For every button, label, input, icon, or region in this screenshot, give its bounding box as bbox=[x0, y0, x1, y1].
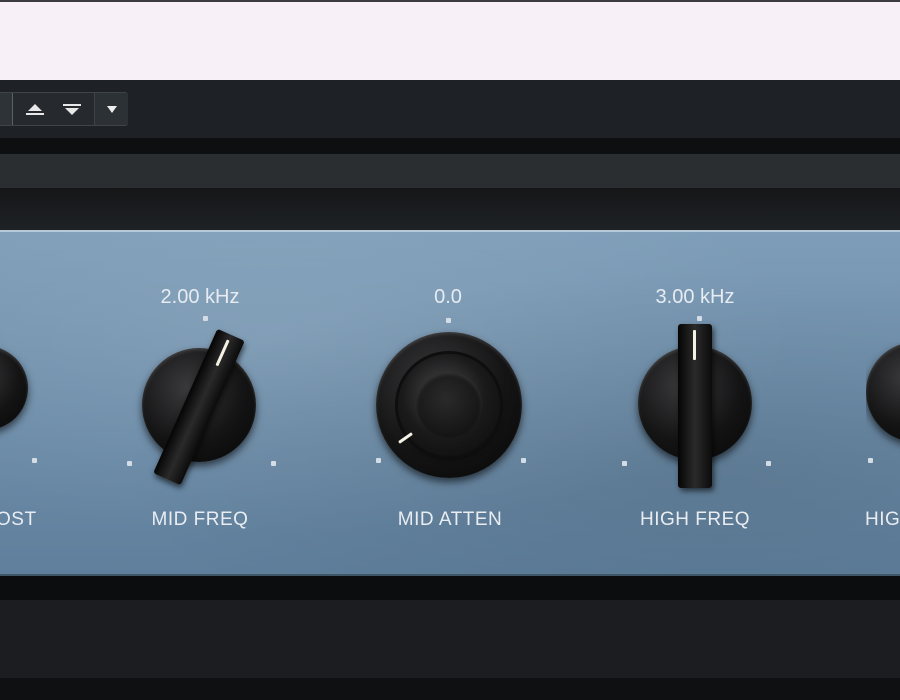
high-freq-value: 3.00 kHz bbox=[655, 286, 735, 308]
window-top-strip bbox=[0, 0, 900, 80]
high-freq-scale-top-dot bbox=[697, 316, 702, 321]
high-partial-label: HIG bbox=[865, 509, 900, 530]
preset-navigation bbox=[0, 92, 128, 126]
mid-freq-scale-top-dot bbox=[203, 316, 208, 321]
mid-atten-knob[interactable] bbox=[376, 332, 522, 478]
rack-bottom-shadow bbox=[0, 576, 900, 600]
status-strip bbox=[0, 678, 900, 700]
high-partial-knob[interactable] bbox=[866, 342, 900, 462]
toolbar bbox=[0, 80, 900, 138]
mid-freq-label: MID FREQ bbox=[151, 509, 249, 530]
next-preset-button[interactable] bbox=[54, 93, 90, 125]
high-freq-scale-min-dot bbox=[622, 461, 627, 466]
mid-freq-scale-max-dot bbox=[271, 461, 276, 466]
boost-label: OST bbox=[0, 509, 37, 530]
mid-atten-scale-top-dot bbox=[446, 318, 451, 323]
divider bbox=[0, 138, 900, 154]
dropdown-icon bbox=[106, 105, 117, 113]
mid-freq-scale-min-dot bbox=[127, 461, 132, 466]
down-arrow-icon bbox=[63, 103, 81, 115]
preset-field[interactable] bbox=[0, 93, 13, 125]
header-band bbox=[0, 154, 900, 188]
high-freq-label: HIGH FREQ bbox=[639, 509, 751, 530]
eq-plugin-panel: OST 2.00 kHz MID FREQ 0.0 MID ATTEN 3.00… bbox=[0, 230, 900, 576]
high-freq-scale-max-dot bbox=[766, 461, 771, 466]
preset-menu-button[interactable] bbox=[94, 93, 128, 125]
high-freq-knob[interactable] bbox=[636, 324, 756, 494]
mid-atten-label: MID ATTEN bbox=[397, 509, 503, 530]
boost-knob[interactable] bbox=[0, 342, 60, 462]
previous-preset-button[interactable] bbox=[17, 93, 53, 125]
up-arrow-icon bbox=[26, 103, 44, 115]
mid-atten-value: 0.0 bbox=[434, 286, 462, 308]
rack-top-shadow bbox=[0, 188, 900, 230]
mid-freq-value: 2.00 kHz bbox=[160, 286, 240, 308]
mid-freq-knob[interactable] bbox=[140, 328, 260, 486]
boost-scale-max-dot bbox=[32, 458, 37, 463]
